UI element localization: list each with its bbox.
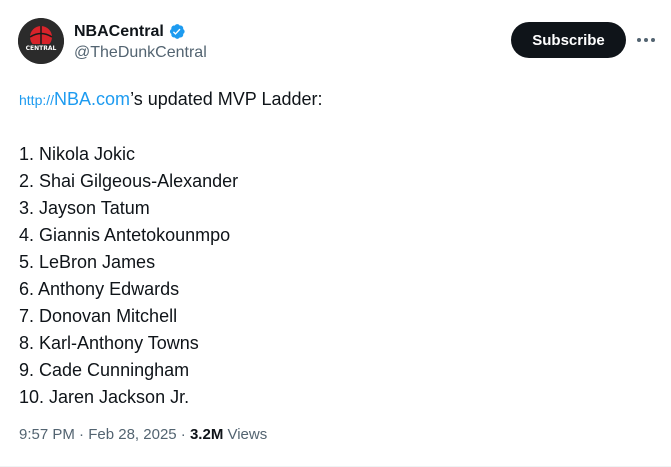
tweet-text: http://NBA.com’s updated MVP Ladder: 1. … (19, 86, 323, 411)
author-handle[interactable]: @TheDunkCentral (74, 44, 207, 62)
list-item: 10. Jaren Jackson Jr. (19, 387, 190, 407)
meta-separator: · (176, 426, 190, 443)
list-item: 5. LeBron James (19, 252, 156, 272)
tweet-link-host[interactable]: NBA.com (54, 89, 130, 109)
list-item: 6. Anthony Edwards (19, 279, 180, 299)
list-item: 1. Nikola Jokic (19, 144, 136, 164)
more-options-icon[interactable] (633, 30, 659, 50)
mvp-ladder-list: 1. Nikola Jokic 2. Shai Gilgeous-Alexand… (19, 141, 323, 411)
tweet-card: CENTRAL NBACentral @TheDunkCentral Subsc… (0, 0, 671, 467)
avatar-label: CENTRAL (26, 45, 57, 52)
list-item: 7. Donovan Mitchell (19, 306, 178, 326)
more-dot (644, 38, 648, 42)
list-item: 9. Cade Cunningham (19, 360, 190, 380)
author-names: NBACentral @TheDunkCentral (74, 21, 207, 62)
list-item: 3. Jayson Tatum (19, 198, 150, 218)
verified-badge-icon (167, 22, 186, 41)
more-dot (637, 38, 641, 42)
tweet-link-protocol[interactable]: http:// (19, 92, 54, 108)
tweet-intro-text: ’s updated MVP Ladder: (130, 89, 323, 109)
meta-separator: · (74, 426, 89, 443)
display-name[interactable]: NBACentral (74, 23, 164, 41)
list-item: 8. Karl-Anthony Towns (19, 333, 199, 353)
list-item: 2. Shai Gilgeous-Alexander (19, 171, 239, 191)
subscribe-button[interactable]: Subscribe (511, 22, 626, 58)
display-name-row: NBACentral (74, 21, 207, 43)
avatar-logo-icon: CENTRAL (18, 18, 64, 64)
views-label: Views (223, 426, 268, 443)
avatar[interactable]: CENTRAL (18, 18, 64, 64)
tweet-date[interactable]: Feb 28, 2025 (88, 426, 176, 443)
more-dot (651, 38, 655, 42)
tweet-time[interactable]: 9:57 PM (19, 426, 75, 443)
views-count: 3.2M (189, 426, 224, 443)
tweet-intro: http://NBA.com’s updated MVP Ladder: (19, 86, 323, 114)
tweet-header: CENTRAL NBACentral @TheDunkCentral (18, 18, 207, 64)
tweet-meta: 9:57 PM · Feb 28, 2025 · 3.2M Views (19, 426, 267, 443)
list-item: 4. Giannis Antetokounmpo (19, 225, 231, 245)
